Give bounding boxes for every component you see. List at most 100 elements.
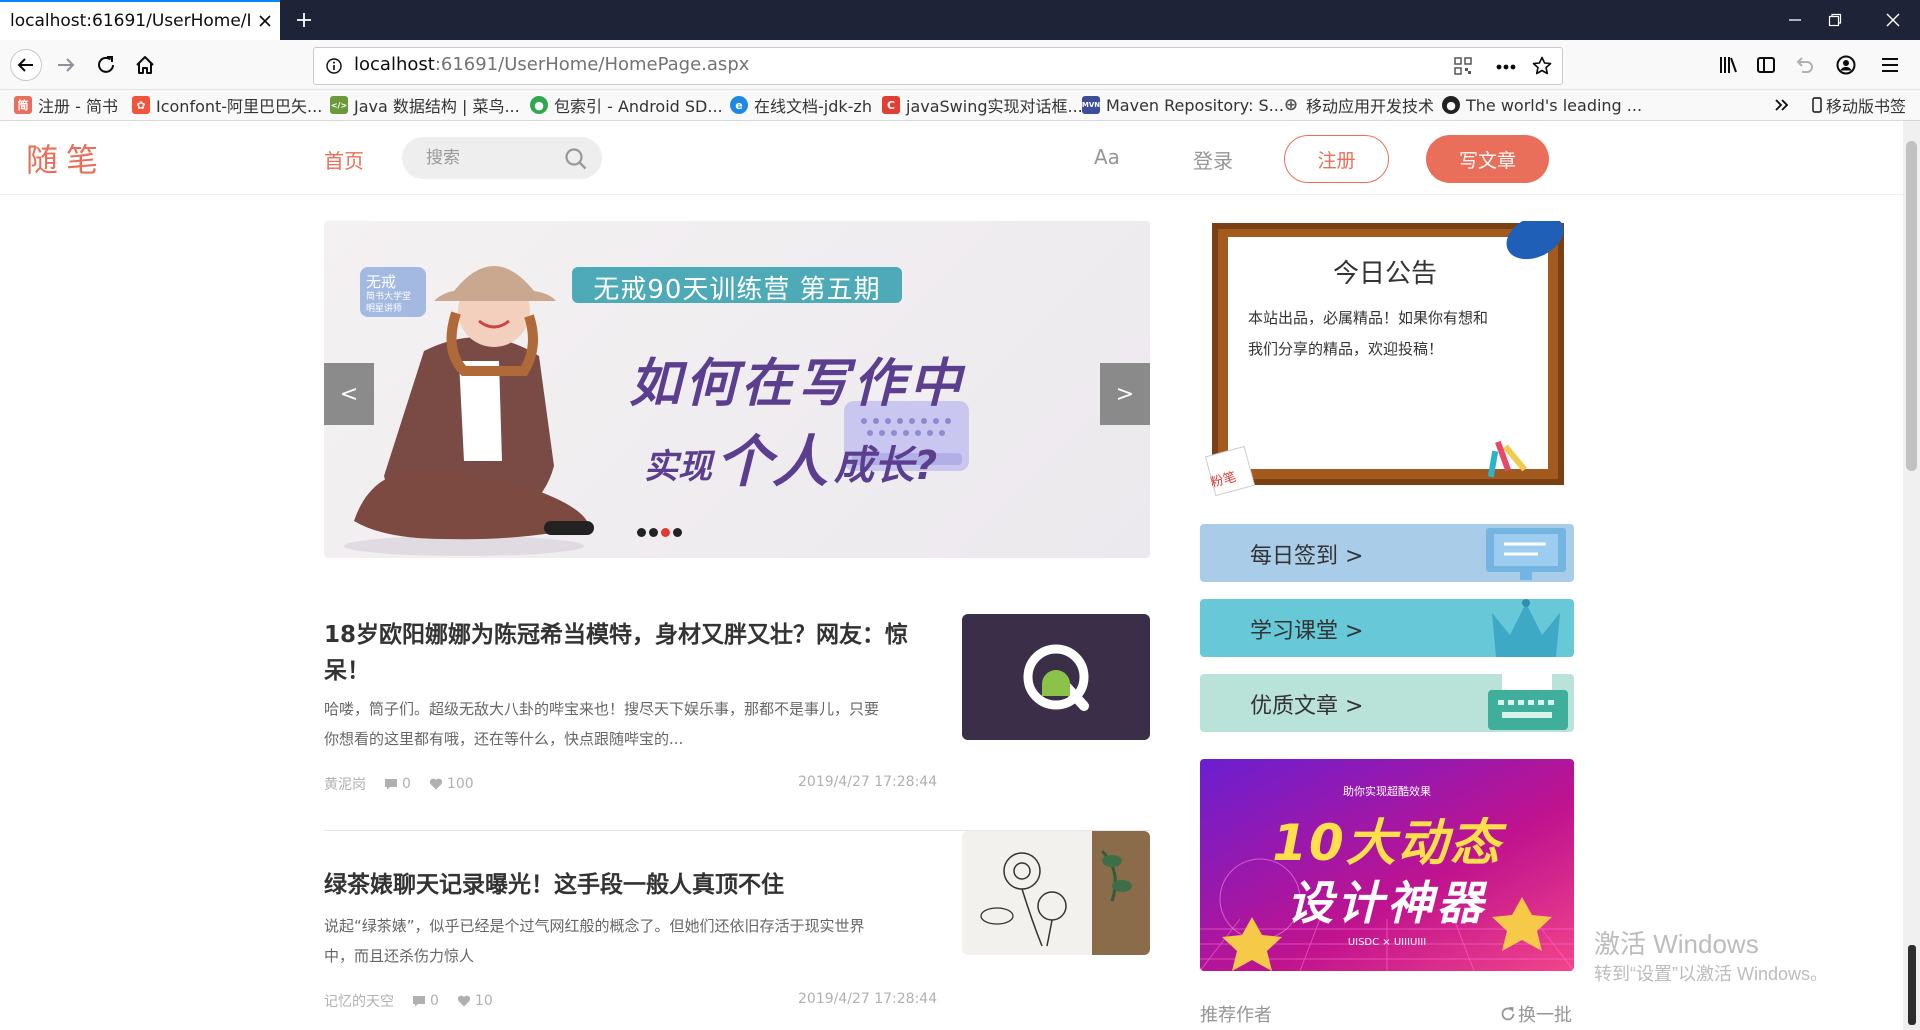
- nav-home-link[interactable]: 首页: [324, 145, 364, 174]
- article-title[interactable]: 绿茶婊聊天记录曝光！这手段一般人真顶不住: [324, 867, 924, 903]
- bookmark-label: 包索引 - Android SD...: [554, 97, 723, 116]
- crown-icon: [1492, 599, 1560, 657]
- url-host: localhost: [354, 54, 435, 75]
- bookmark-label: 移动应用开发技术: [1306, 97, 1435, 116]
- article-title-line: 呆！: [324, 658, 370, 684]
- mobile-bookmarks-label: 移动版书签: [1826, 97, 1907, 116]
- article-author[interactable]: 记忆的天空: [324, 991, 394, 1011]
- bookmark-label: Maven Repository: S...: [1106, 95, 1284, 115]
- refresh-icon: [1500, 1006, 1516, 1022]
- site-header: 随笔 首页 Aa 登录 注册 写文章: [0, 121, 1903, 195]
- qr-code-icon[interactable]: [1454, 57, 1472, 75]
- iconfont-icon: ✿: [132, 96, 150, 114]
- article-time: 2019/4/27 17:28:44: [798, 991, 938, 1007]
- article-time: 2019/4/27 17:28:44: [798, 774, 938, 790]
- banner-tag-name: 无戒: [366, 273, 397, 291]
- bookmarks-overflow-icon[interactable]: [1774, 94, 1790, 116]
- restore-icon[interactable]: [1810, 0, 1860, 40]
- bookmark-item[interactable]: ● The world's leading ...: [1442, 94, 1642, 116]
- android-icon: ●: [530, 96, 548, 114]
- reload-icon[interactable]: [88, 48, 124, 82]
- heart-icon: [429, 778, 443, 790]
- register-button[interactable]: 注册: [1284, 135, 1389, 183]
- font-size-toggle[interactable]: Aa: [1094, 145, 1120, 169]
- bookmark-item[interactable]: </> Java 数据结构 | 菜鸟...: [330, 94, 520, 116]
- article-desc: 哈喽，筒子们。超级无敌大八卦的哔宝来也！搜尽天下娱乐事，那都不是事儿，只要 你想…: [324, 694, 924, 754]
- write-article-button[interactable]: 写文章: [1426, 135, 1549, 183]
- search-icon[interactable]: [564, 147, 588, 171]
- typewriter-icon: [1488, 674, 1568, 730]
- forward-icon[interactable]: [48, 48, 84, 82]
- article-desc-line: 说起“绿茶婊”，似乎已经是个过气网红般的概念了。但她们还依旧存活于现实世界: [324, 917, 865, 935]
- quality-articles-button[interactable]: 优质文章 >: [1200, 674, 1574, 732]
- bookmark-item[interactable]: 简注册 - 简书: [14, 94, 118, 116]
- bookmark-star-icon[interactable]: [1532, 56, 1552, 76]
- bookmark-item[interactable]: ✿ Iconfont-阿里巴巴矢...: [132, 94, 322, 116]
- url-bar[interactable]: localhost:61691/UserHome/HomePage.aspx: [313, 47, 1563, 85]
- side-handle: [1908, 945, 1916, 1025]
- article-desc-line: 哈喽，筒子们。超级无敌大八卦的哔宝来也！搜尽天下娱乐事，那都不是事儿，只要: [324, 700, 880, 718]
- close-window-icon[interactable]: [1868, 0, 1918, 40]
- bookmark-label: Java 数据结构 | 菜鸟...: [354, 97, 520, 116]
- jianshu-icon: 简: [14, 96, 32, 114]
- carousel-dot[interactable]: [673, 528, 682, 537]
- article-author[interactable]: 黄泥岗: [324, 774, 366, 794]
- learning-class-button[interactable]: 学习课堂 >: [1200, 599, 1574, 657]
- undo-icon[interactable]: [1786, 48, 1822, 82]
- sidebar-icon[interactable]: [1748, 48, 1784, 82]
- daily-checkin-label: 每日签到 >: [1250, 544, 1364, 569]
- banner-carousel[interactable]: 无戒 简书大学堂 明星讲师 无戒90天训练营 第五期 如何在写作中 实现 个人 …: [324, 221, 1150, 558]
- activate-windows-hint: 转到“设置”以激活 Windows。: [1594, 964, 1829, 984]
- notice-line: 本站出品，必属精品！如果你有想和: [1248, 309, 1489, 327]
- article-thumbnail[interactable]: [962, 614, 1150, 740]
- comment-icon: [412, 995, 426, 1007]
- carousel-dot[interactable]: [661, 528, 670, 537]
- scrollbar-thumb[interactable]: [1906, 141, 1917, 471]
- carousel-prev-button[interactable]: <: [324, 363, 374, 425]
- tab-active[interactable]: localhost:61691/UserHome/Hom: [0, 0, 280, 40]
- tab-close-icon[interactable]: [250, 14, 280, 28]
- carousel-next-button[interactable]: >: [1100, 363, 1150, 425]
- article-likes: 100: [446, 776, 474, 792]
- promo-banner[interactable]: 助你实现超酷效果 10大动态 设计神器 UISDC × UIIIUIII: [1200, 759, 1574, 971]
- notice-board: 粉笔 今日公告 本站出品，必属精品！如果你有想和 我们分享的精品，欢迎投稿！: [1200, 221, 1570, 506]
- login-link[interactable]: 登录: [1193, 145, 1233, 174]
- bookmark-item[interactable]: MVN Maven Repository: S...: [1082, 94, 1284, 116]
- bookmark-item[interactable]: e 在线文档-jdk-zh: [730, 94, 872, 116]
- banner-line2c: 成长?: [834, 443, 938, 489]
- bookmark-item[interactable]: ● 包索引 - Android SD...: [530, 94, 723, 116]
- comment-icon: [384, 778, 398, 790]
- carousel-dot[interactable]: [649, 528, 658, 537]
- notice-body: 本站出品，必属精品！如果你有想和 我们分享的精品，欢迎投稿！: [1248, 303, 1488, 365]
- menu-icon[interactable]: [1872, 48, 1908, 82]
- screen-icon: [1486, 528, 1566, 580]
- article-title[interactable]: 18岁欧阳娜娜为陈冠希当模特，身材又胖又壮？网友：惊 呆！: [324, 617, 924, 689]
- new-tab-icon[interactable]: [282, 0, 326, 40]
- page-actions-icon[interactable]: [1496, 64, 1516, 70]
- back-icon[interactable]: [8, 48, 44, 82]
- mobile-bookmarks[interactable]: 移动版书签: [1812, 94, 1906, 116]
- notice-line: 我们分享的精品，欢迎投稿！: [1248, 340, 1444, 358]
- swap-batch-button[interactable]: 换一批: [1500, 1001, 1572, 1027]
- article-thumbnail[interactable]: [962, 831, 1150, 955]
- quality-articles-label: 优质文章 >: [1250, 694, 1364, 719]
- site-logo[interactable]: 随笔: [26, 135, 106, 181]
- article-comments: 0: [430, 993, 439, 1009]
- bookmark-item[interactable]: CjavaSwing实现对话框...: [882, 94, 1083, 116]
- home-icon[interactable]: [127, 48, 163, 82]
- library-icon[interactable]: [1710, 48, 1746, 82]
- banner-line1: 如何在写作中: [629, 354, 966, 414]
- account-icon[interactable]: [1828, 48, 1864, 82]
- bookmark-label: The world's leading ...: [1466, 95, 1643, 115]
- banner-headline: 无戒90天训练营 第五期: [593, 275, 881, 305]
- bookmark-item[interactable]: ⊕ 移动应用开发技术: [1282, 94, 1434, 116]
- tab-strip: localhost:61691/UserHome/Hom: [0, 0, 1920, 40]
- carousel-dot[interactable]: [637, 528, 646, 537]
- url-text: localhost:61691/UserHome/HomePage.aspx: [354, 54, 749, 75]
- edge-icon: e: [730, 96, 748, 114]
- recommended-authors-heading: 推荐作者: [1200, 1005, 1272, 1026]
- globe-icon: ⊕: [1283, 95, 1299, 115]
- banner-tag-sub1: 简书大学堂: [366, 292, 412, 302]
- daily-checkin-button[interactable]: 每日签到 >: [1200, 524, 1574, 582]
- site-info-icon[interactable]: [326, 58, 342, 74]
